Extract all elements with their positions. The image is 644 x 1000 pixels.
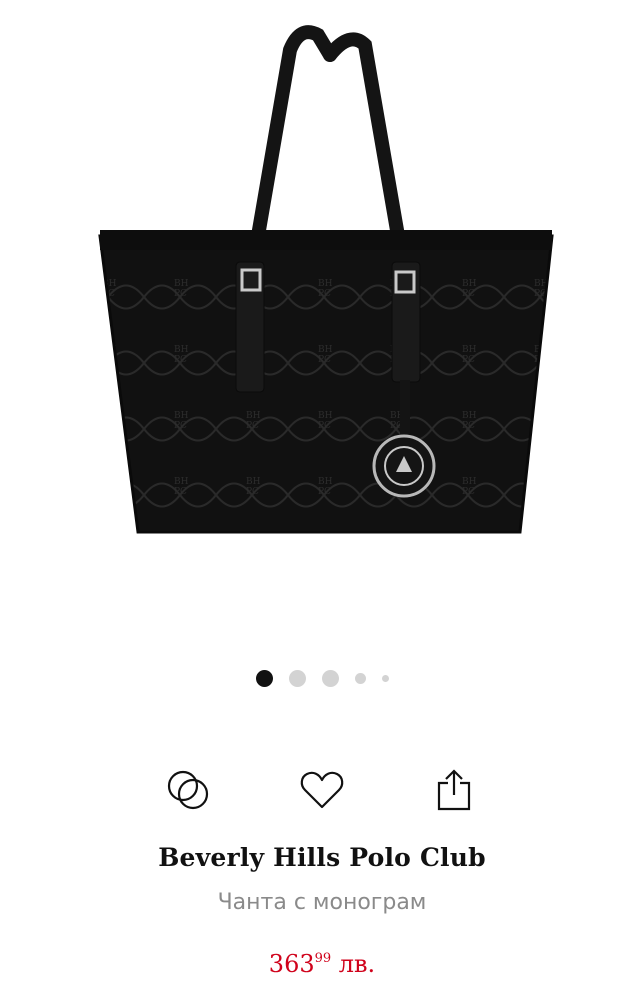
gallery-dot[interactable] [288, 669, 306, 687]
product-name: Чанта с монограм [217, 890, 427, 915]
share-icon [437, 769, 471, 811]
price-currency: лв. [338, 950, 376, 978]
product-brand[interactable]: Beverly Hills Polo Club [0, 843, 644, 872]
product-gallery[interactable]: BH PC [0, 0, 644, 640]
share-button[interactable] [429, 765, 479, 815]
gallery-dot[interactable] [321, 669, 339, 687]
wishlist-button[interactable] [297, 765, 347, 815]
compare-rings-icon [167, 770, 209, 810]
product-actions [0, 765, 644, 815]
price-cents: 99 [314, 951, 332, 966]
gallery-pagination[interactable] [0, 668, 644, 688]
gallery-dot-active[interactable] [255, 669, 273, 687]
heart-icon [300, 771, 344, 809]
product-image[interactable]: BH PC [0, 0, 644, 640]
product-price: 36399 лв. [0, 950, 644, 978]
gallery-dot[interactable] [354, 672, 366, 684]
compare-button[interactable] [163, 765, 213, 815]
price-main: 363 [268, 950, 315, 978]
gallery-dot[interactable] [381, 674, 389, 682]
